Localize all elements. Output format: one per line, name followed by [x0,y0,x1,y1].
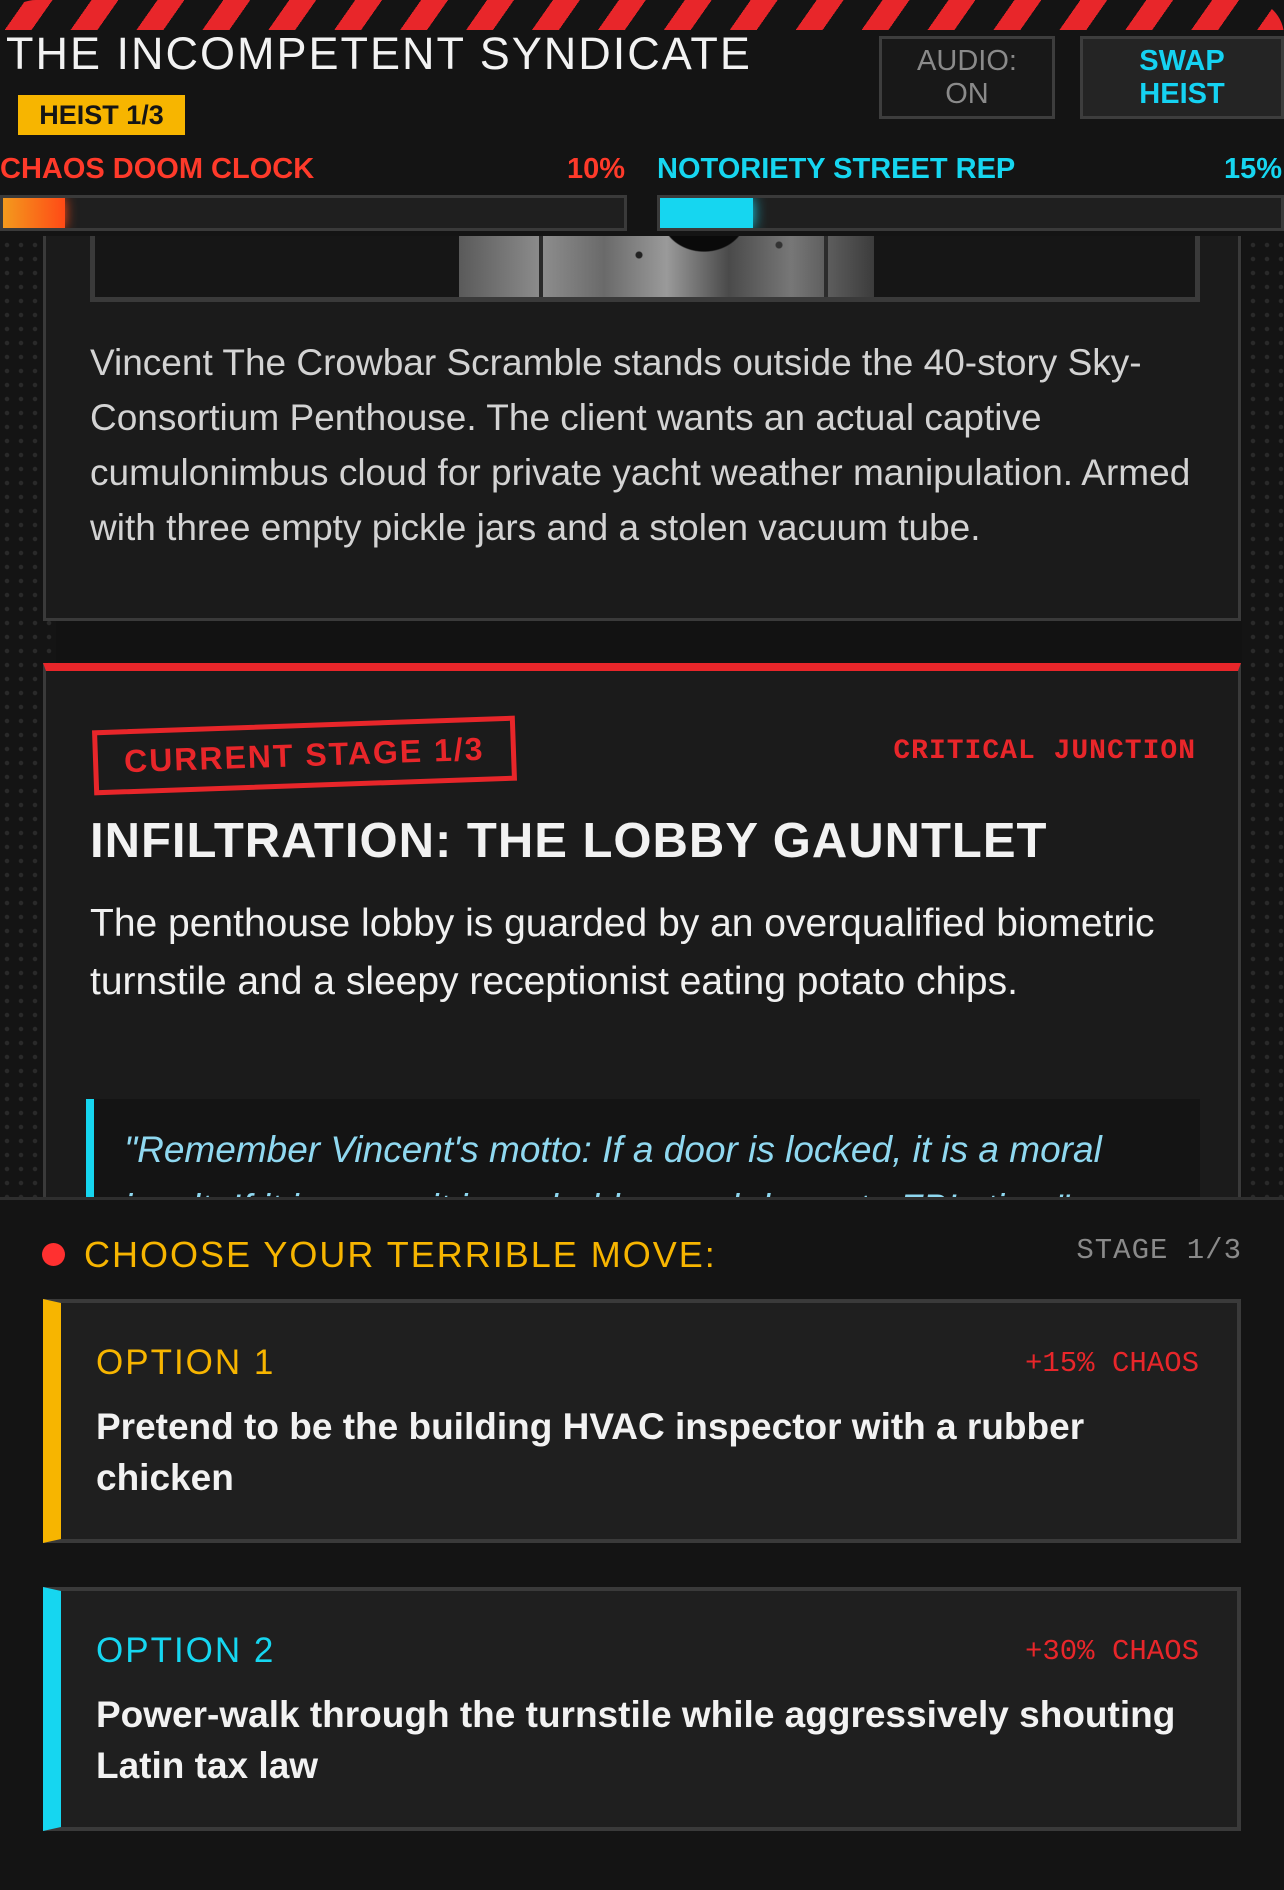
notoriety-meter-fill [660,198,754,228]
game-screen: Vincent The Crowbar Scramble stands outs… [0,0,1284,1890]
hazard-stripe [0,0,1284,30]
current-stage-badge: CURRENT STAGE 1/3 [91,715,517,796]
notoriety-meter-value: 15% [1224,153,1283,185]
swap-heist-button[interactable]: SWAP HEIST [1080,36,1284,119]
chaos-meter-bar [0,195,627,231]
chaos-effect: +15% CHAOS [1024,1347,1199,1380]
chaos-meter-value: 10% [567,153,626,185]
live-indicator-dot [42,1243,65,1266]
option-2-button[interactable]: OPTION 2 +30% CHAOS Power-walk through t… [43,1587,1241,1831]
option-text: Pretend to be the building HVAC inspecto… [96,1406,1085,1498]
option-label: OPTION 1 [96,1343,276,1382]
stage-card: CURRENT STAGE 1/3 CRITICAL JUNCTION INFI… [43,663,1241,1259]
heist-counter-badge: HEIST 1/3 [18,95,185,135]
scene-description: Vincent The Crowbar Scramble stands outs… [90,342,1191,548]
chaos-meter-fill [3,198,66,228]
notoriety-meter-bar [657,195,1284,231]
critical-junction-tag: CRITICAL JUNCTION [893,736,1196,767]
option-label: OPTION 2 [96,1631,276,1670]
choice-prompt: CHOOSE YOUR TERRIBLE MOVE: [84,1234,717,1275]
swap-heist-label: SWAP HEIST [1139,44,1225,110]
chaos-effect: +30% CHAOS [1024,1635,1199,1668]
option-text: Power-walk through the turnstile while a… [96,1694,1176,1786]
stage-title: INFILTRATION: THE LOBBY GAUNTLET [90,814,1048,868]
audio-toggle-label: AUDIO: ON [917,44,1017,110]
stage-description: The penthouse lobby is guarded by an ove… [90,902,1155,1003]
stage-indicator: STAGE 1/3 [1076,1234,1242,1267]
top-bar: THE INCOMPETENT SYNDICATE HEIST 1/3 AUDI… [0,0,1284,236]
chaos-meter-label: CHAOS DOOM CLOCK [0,153,315,185]
app-title: THE INCOMPETENT SYNDICATE [6,28,752,79]
scene-card: Vincent The Crowbar Scramble stands outs… [43,183,1241,621]
notoriety-meter-label: NOTORIETY STREET REP [657,153,1016,185]
choices-panel: CHOOSE YOUR TERRIBLE MOVE: STAGE 1/3 OPT… [0,1197,1284,1890]
audio-toggle-button[interactable]: AUDIO: ON [879,36,1055,119]
option-1-button[interactable]: OPTION 1 +15% CHAOS Pretend to be the bu… [43,1299,1241,1543]
